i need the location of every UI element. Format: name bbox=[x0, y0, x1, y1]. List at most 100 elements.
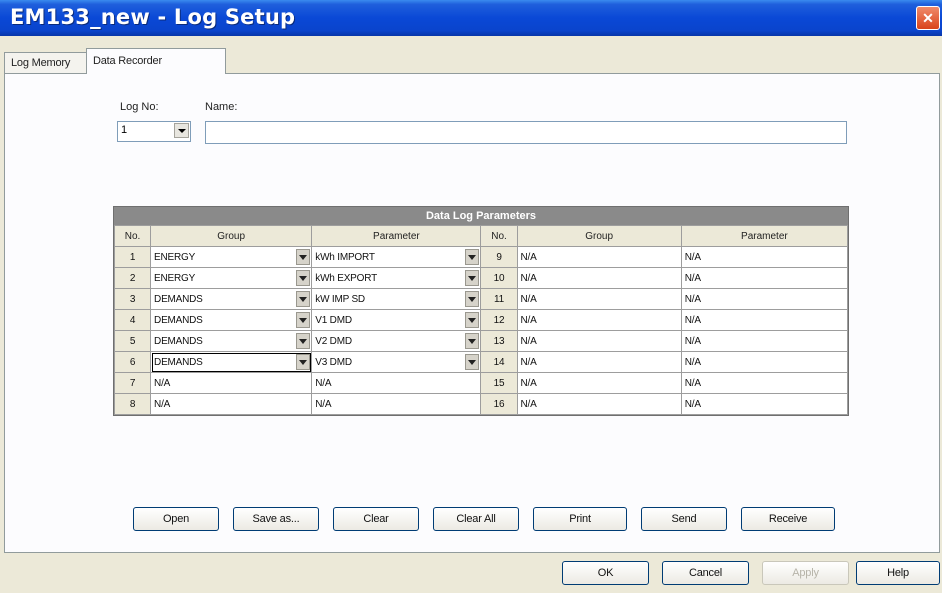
parameter-cell[interactable]: kWh IMPORT bbox=[311, 246, 482, 268]
group-cell[interactable]: N/A bbox=[150, 372, 313, 394]
chevron-down-icon[interactable] bbox=[296, 270, 311, 286]
parameter-cell[interactable]: N/A bbox=[680, 309, 849, 331]
group-value: DEMANDS bbox=[154, 335, 203, 347]
parameter-cell[interactable]: V3 DMD bbox=[311, 351, 482, 373]
group-cell[interactable]: N/A bbox=[516, 246, 682, 268]
column-header-group-2: Group bbox=[516, 225, 682, 247]
open-button[interactable]: Open bbox=[133, 507, 219, 531]
chevron-down-icon[interactable] bbox=[465, 354, 480, 370]
close-icon[interactable]: ✕ bbox=[916, 6, 940, 30]
group-cell[interactable]: ENERGY bbox=[150, 246, 313, 268]
log-no-select[interactable]: 1 bbox=[117, 121, 191, 142]
table-row: 5 DEMANDS V2 DMD 13 N/A N/A bbox=[113, 330, 849, 352]
apply-button[interactable]: Apply bbox=[762, 561, 849, 585]
row-number: 12 bbox=[480, 309, 518, 331]
chevron-down-icon[interactable] bbox=[296, 291, 311, 307]
table-row: 4 DEMANDS V1 DMD 12 N/A N/A bbox=[113, 309, 849, 331]
table-row: 7 N/A N/A 15 N/A N/A bbox=[113, 372, 849, 394]
table-row: 2 ENERGY kWh EXPORT 10 N/A N/A bbox=[113, 267, 849, 289]
parameter-cell[interactable]: N/A bbox=[680, 372, 849, 394]
window-title: EM133_new - Log Setup bbox=[10, 5, 296, 29]
row-number: 15 bbox=[480, 372, 518, 394]
save-as-button[interactable]: Save as... bbox=[233, 507, 319, 531]
send-button[interactable]: Send bbox=[641, 507, 727, 531]
parameter-value: V3 DMD bbox=[315, 356, 352, 368]
column-header-parameter: Parameter bbox=[311, 225, 482, 247]
parameter-cell[interactable]: N/A bbox=[680, 288, 849, 310]
parameter-cell[interactable]: N/A bbox=[680, 393, 849, 415]
group-cell[interactable]: N/A bbox=[516, 309, 682, 331]
parameter-value: kWh IMPORT bbox=[315, 251, 375, 263]
group-cell[interactable]: N/A bbox=[516, 267, 682, 289]
chevron-down-icon[interactable] bbox=[465, 270, 480, 286]
title-bar[interactable]: EM133_new - Log Setup ✕ bbox=[0, 0, 942, 36]
print-button[interactable]: Print bbox=[533, 507, 627, 531]
table-row: 3 DEMANDS kW IMP SD 11 N/A N/A bbox=[113, 288, 849, 310]
row-number: 2 bbox=[113, 267, 152, 289]
column-header-group: Group bbox=[150, 225, 313, 247]
parameter-cell[interactable]: V1 DMD bbox=[311, 309, 482, 331]
row-number: 5 bbox=[113, 330, 152, 352]
group-value: DEMANDS bbox=[154, 293, 203, 305]
log-no-value: 1 bbox=[121, 124, 128, 136]
parameter-cell[interactable]: kWh EXPORT bbox=[311, 267, 482, 289]
row-number: 1 bbox=[113, 246, 152, 268]
parameter-cell[interactable]: N/A bbox=[680, 330, 849, 352]
parameter-cell[interactable]: N/A bbox=[680, 351, 849, 373]
cancel-button[interactable]: Cancel bbox=[662, 561, 749, 585]
chevron-down-icon[interactable] bbox=[296, 354, 311, 370]
table-row: 8 N/A N/A 16 N/A N/A bbox=[113, 393, 849, 415]
parameter-cell[interactable]: kW IMP SD bbox=[311, 288, 482, 310]
name-label: Name: bbox=[205, 101, 238, 113]
tab-log-memory[interactable]: Log Memory bbox=[4, 52, 98, 74]
group-cell-selected[interactable]: DEMANDS bbox=[150, 351, 313, 373]
group-value: DEMANDS bbox=[154, 314, 203, 326]
ok-button[interactable]: OK bbox=[562, 561, 649, 585]
chevron-down-icon[interactable] bbox=[465, 312, 480, 328]
parameter-cell[interactable]: N/A bbox=[680, 267, 849, 289]
parameter-cell[interactable]: V2 DMD bbox=[311, 330, 482, 352]
group-cell[interactable]: DEMANDS bbox=[150, 309, 313, 331]
parameter-value: kWh EXPORT bbox=[315, 272, 377, 284]
parameter-cell[interactable]: N/A bbox=[680, 246, 849, 268]
help-button[interactable]: Help bbox=[856, 561, 940, 585]
chevron-down-icon[interactable] bbox=[465, 333, 480, 349]
group-cell[interactable]: N/A bbox=[516, 372, 682, 394]
row-number: 14 bbox=[480, 351, 518, 373]
row-number: 8 bbox=[113, 393, 152, 415]
group-cell[interactable]: DEMANDS bbox=[150, 330, 313, 352]
group-value: ENERGY bbox=[154, 251, 196, 263]
chevron-down-icon[interactable] bbox=[465, 249, 480, 265]
parameter-value: V1 DMD bbox=[315, 314, 352, 326]
name-input[interactable] bbox=[205, 121, 847, 144]
chevron-down-icon[interactable] bbox=[296, 312, 311, 328]
row-number: 6 bbox=[113, 351, 152, 373]
column-header-parameter-2: Parameter bbox=[680, 225, 849, 247]
group-cell[interactable]: N/A bbox=[150, 393, 313, 415]
group-cell[interactable]: N/A bbox=[516, 393, 682, 415]
group-cell[interactable]: ENERGY bbox=[150, 267, 313, 289]
parameter-cell[interactable]: N/A bbox=[311, 372, 482, 394]
group-cell[interactable]: N/A bbox=[516, 288, 682, 310]
row-number: 3 bbox=[113, 288, 152, 310]
row-number: 11 bbox=[480, 288, 518, 310]
chevron-down-icon[interactable] bbox=[174, 123, 189, 138]
table-header-row: No. Group Parameter No. Group Parameter bbox=[113, 225, 849, 247]
tab-data-recorder[interactable]: Data Recorder bbox=[86, 48, 226, 74]
parameter-value: kW IMP SD bbox=[315, 293, 365, 305]
receive-button[interactable]: Receive bbox=[741, 507, 835, 531]
group-cell[interactable]: N/A bbox=[516, 330, 682, 352]
chevron-down-icon[interactable] bbox=[296, 333, 311, 349]
log-setup-window: EM133_new - Log Setup ✕ Log Memory Data … bbox=[0, 0, 942, 593]
row-number: 4 bbox=[113, 309, 152, 331]
group-cell[interactable]: N/A bbox=[516, 351, 682, 373]
clear-all-button[interactable]: Clear All bbox=[433, 507, 519, 531]
clear-button[interactable]: Clear bbox=[333, 507, 419, 531]
table-row: 6 DEMANDS V3 DMD 14 N/A N/A bbox=[113, 351, 849, 373]
parameter-cell[interactable]: N/A bbox=[311, 393, 482, 415]
table-row: 1 ENERGY kWh IMPORT 9 N/A N/A bbox=[113, 246, 849, 268]
chevron-down-icon[interactable] bbox=[465, 291, 480, 307]
row-number: 16 bbox=[480, 393, 518, 415]
chevron-down-icon[interactable] bbox=[296, 249, 311, 265]
group-cell[interactable]: DEMANDS bbox=[150, 288, 313, 310]
